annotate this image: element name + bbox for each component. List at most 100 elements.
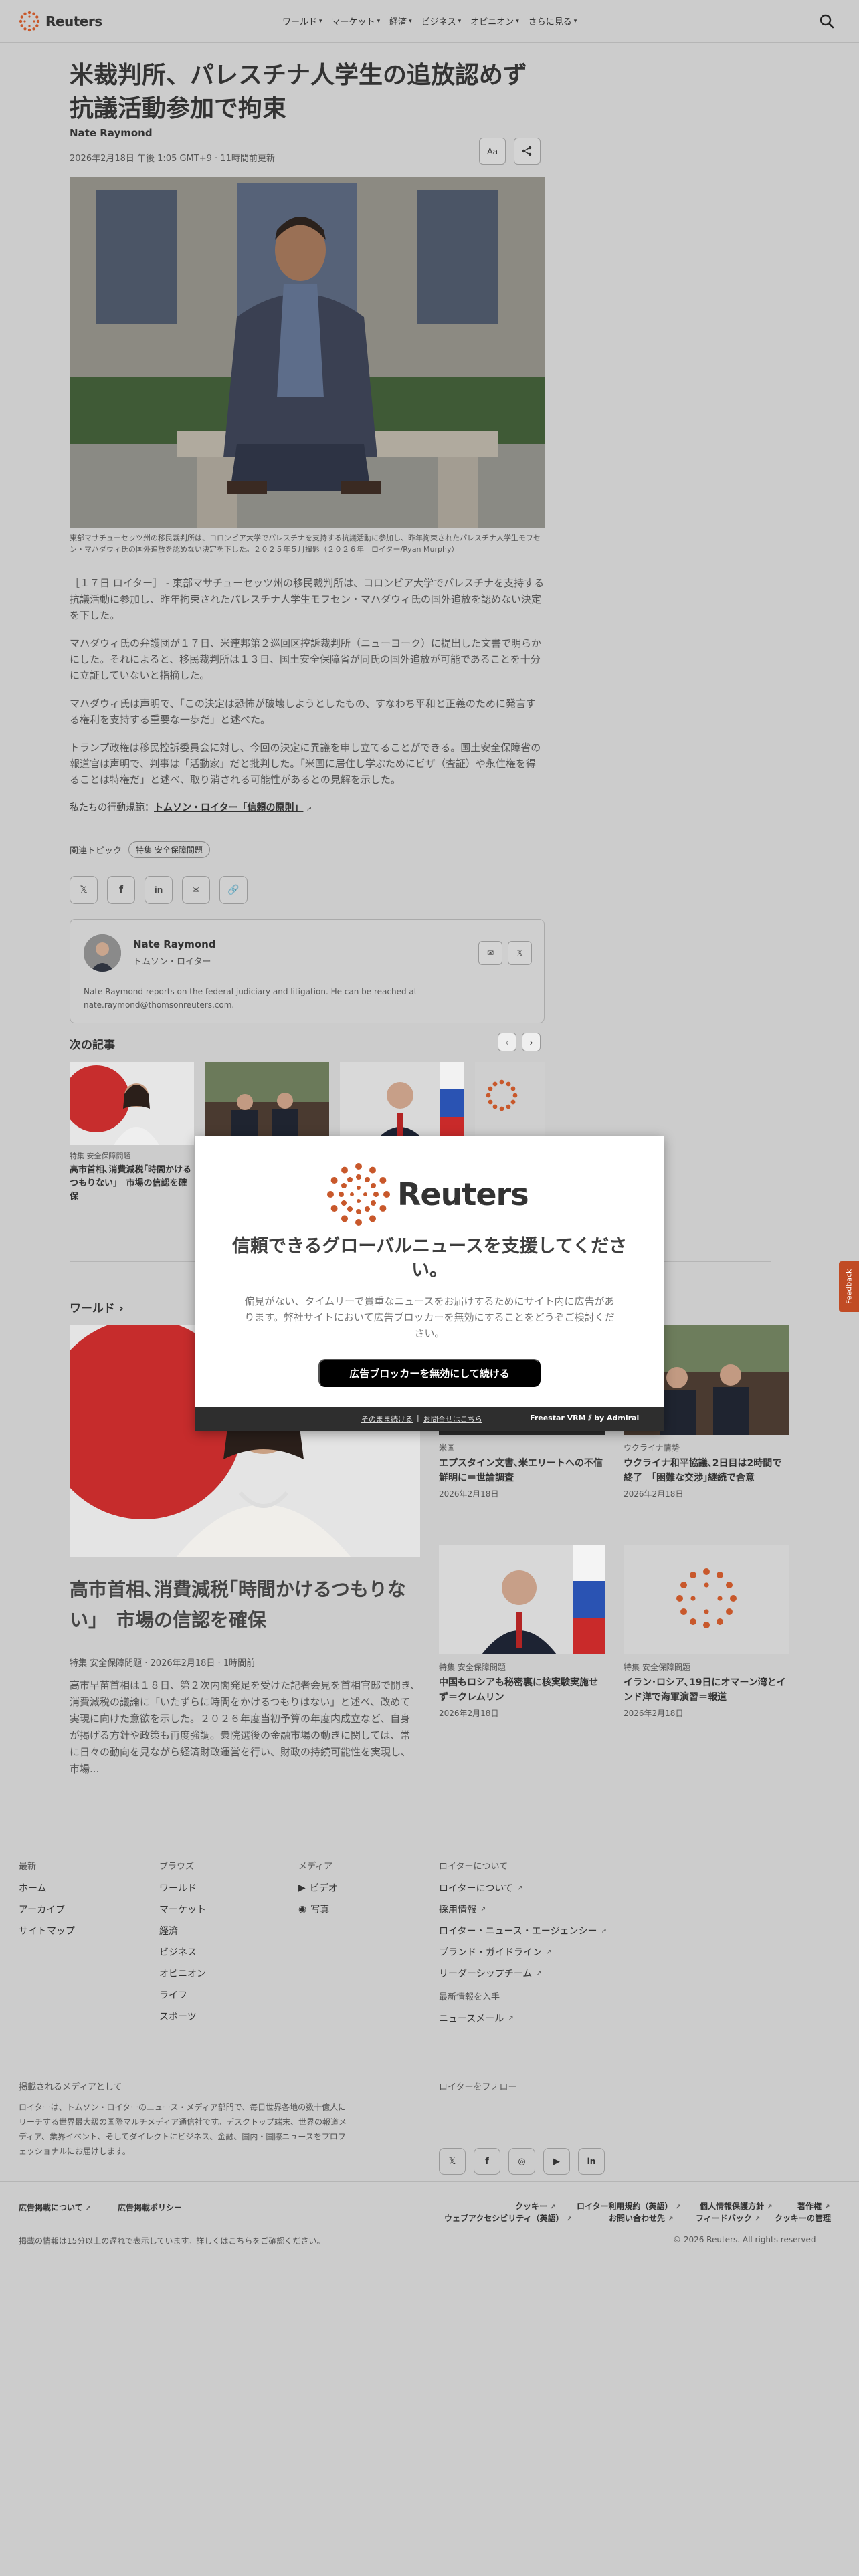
footer-link[interactable]: オピニオン xyxy=(159,1967,206,1980)
media-title: 掲載されるメディアとして xyxy=(19,2082,122,2092)
nav-more[interactable]: さらに見る ▾ xyxy=(529,15,577,27)
disable-adblock-button[interactable]: 広告ブロッカーを無効にして続ける xyxy=(318,1359,541,1387)
chevron-down-icon: ▾ xyxy=(458,17,462,25)
x-social-button[interactable]: 𝕏 xyxy=(439,2148,466,2175)
article-paragraph: ［１７日 ロイター］ - 東部マサチューセッツ州の移民裁判所は、コロンビア大学で… xyxy=(70,577,545,621)
footer-link[interactable]: ロイター・ニュース・エージェンシー ↗ xyxy=(439,1924,607,1937)
share-linkedin-button[interactable]: in xyxy=(145,876,173,904)
footer-link[interactable]: スポーツ xyxy=(159,2010,206,2023)
world-section-title[interactable]: ワールド › xyxy=(70,1299,124,1315)
legal-link[interactable]: クッキーの管理 xyxy=(775,2212,831,2224)
share-x-button[interactable]: 𝕏 xyxy=(70,876,98,904)
x-icon: 𝕏 xyxy=(80,885,88,895)
nav-economy[interactable]: 経済 ▾ xyxy=(389,15,412,27)
author-name[interactable]: Nate Raymond xyxy=(133,938,216,950)
copy-link-button[interactable]: 🔗 xyxy=(219,876,248,904)
search-button[interactable] xyxy=(818,12,836,31)
world-story-image xyxy=(624,1545,789,1654)
footer-link[interactable]: ライフ xyxy=(159,1988,206,2002)
search-icon xyxy=(820,14,834,29)
footer-link[interactable]: ビジネス xyxy=(159,1945,206,1959)
footer-link[interactable]: 採用情報 ↗ xyxy=(439,1903,607,1916)
logo-wordmark: Reuters xyxy=(45,13,102,29)
site-header: Reuters ワールド ▾ マーケット ▾ 経済 ▾ ビジネス ▾ オピニオン ▾ さら… xyxy=(0,0,859,43)
lead-story-headline[interactable]: 高市首相､消費減税｢時間かけるつもりない｣ 市場の信認を確保 xyxy=(70,1574,420,1636)
footer-column-title: ブラウズ xyxy=(159,1862,195,1872)
share-button[interactable] xyxy=(514,138,541,165)
avatar-photo xyxy=(84,934,121,972)
footer-link-label: ビデオ xyxy=(309,1883,338,1894)
help-link[interactable]: お問合せはこちら xyxy=(423,1414,482,1424)
external-link-icon: ↗ xyxy=(675,2204,682,2211)
chevron-down-icon: ▾ xyxy=(319,17,322,25)
youtube-social-button[interactable]: ▶ xyxy=(543,2148,570,2175)
chevron-down-icon: ▾ xyxy=(377,17,381,25)
next-article-card[interactable]: 特集 安全保障問題 高市首相､消費減税｢時間かけるつもりない｣ 市場の信認を確保 xyxy=(70,1062,194,1204)
footer-link[interactable]: ホーム xyxy=(19,1881,75,1895)
author-email-button[interactable]: ✉ xyxy=(478,941,502,965)
nav-business-label: ビジネス xyxy=(421,17,456,27)
footer-link-label: ロイター・ニュース・エージェンシー xyxy=(439,1926,597,1937)
legal-link[interactable]: 広告掲載ポリシー xyxy=(118,2202,182,2213)
topic-chip[interactable]: 特集 安全保障問題 xyxy=(128,841,210,858)
legal-link[interactable]: フィードバック ↗ xyxy=(696,2212,760,2224)
footer-column-about: ロイターについて ロイターについて ↗ 採用情報 ↗ ロイター・ニュース・エージェン… xyxy=(439,1859,607,2033)
world-story-kicker: 米国 xyxy=(439,1443,456,1453)
nav-world-label: ワールド xyxy=(282,17,318,27)
world-story-kicker: ウクライナ情勢 xyxy=(624,1443,680,1453)
external-link-icon: ↗ xyxy=(754,2216,761,2223)
text-size-button[interactable]: Aa xyxy=(479,138,506,165)
legal-link-label: ロイター利用規約（英語） xyxy=(577,2202,673,2211)
modal-footer-bar: そのまま続ける | お問合せはこちら Freestar VRM ⫽ by Adm… xyxy=(195,1407,664,1431)
share-email-button[interactable]: ✉ xyxy=(182,876,210,904)
trust-principles-link[interactable]: トムソン・ロイター「信頼の原則」 xyxy=(154,802,303,813)
facebook-social-button[interactable]: f xyxy=(474,2148,500,2175)
nav-opinion[interactable]: オピニオン ▾ xyxy=(470,15,519,27)
footer-link[interactable]: ワールド xyxy=(159,1881,206,1895)
nav-markets-label: マーケット xyxy=(331,17,375,27)
world-story-card[interactable]: 特集 安全保障問題 イラン･ロシア､19日にオマーン湾とインド洋で海軍演習＝報道… xyxy=(624,1545,789,1719)
footer-link[interactable]: リーダーシップチーム ↗ xyxy=(439,1967,607,1980)
share-facebook-button[interactable]: f xyxy=(107,876,135,904)
feedback-tab[interactable]: Feedback xyxy=(839,1261,859,1312)
reuters-logo[interactable]: Reuters xyxy=(19,11,102,32)
footer-column-title: 最新 xyxy=(19,1862,37,1872)
chevron-down-icon: ▾ xyxy=(516,17,519,25)
legal-link[interactable]: クッキー ↗ xyxy=(515,2200,556,2212)
legal-link[interactable]: 著作権 ↗ xyxy=(797,2200,830,2212)
legal-link[interactable]: ウェブアクセシビリティ（英語） ↗ xyxy=(444,2212,572,2224)
linkedin-social-button[interactable]: in xyxy=(578,2148,605,2175)
footer-link[interactable]: アーカイブ xyxy=(19,1903,75,1916)
footer-link[interactable]: ロイターについて ↗ xyxy=(439,1881,607,1895)
footer-link[interactable]: ブランド・ガイドライン ↗ xyxy=(439,1945,607,1959)
carousel-next-button[interactable]: › xyxy=(522,1033,541,1051)
external-link-icon: ↗ xyxy=(546,1948,552,1956)
reuters-placeholder-image xyxy=(676,1568,737,1628)
nav-business[interactable]: ビジネス ▾ xyxy=(421,15,462,27)
nav-world[interactable]: ワールド ▾ xyxy=(282,15,322,27)
newsletter-link[interactable]: ニュースメール ↗ xyxy=(439,2012,607,2025)
lead-story-meta: 特集 安全保障問題 · 2026年2月18日 · 1時間前 xyxy=(70,1658,256,1669)
author-card: Nate Raymond トムソン・ロイター Nate Raymond repo… xyxy=(70,919,545,1023)
instagram-social-button[interactable]: ◎ xyxy=(508,2148,535,2175)
legal-link[interactable]: 広告掲載について ↗ xyxy=(19,2202,91,2213)
author-byline[interactable]: Nate Raymond xyxy=(70,127,153,139)
footer-link-photos[interactable]: ◉ 写真 xyxy=(298,1903,338,1916)
world-story-card[interactable]: 特集 安全保障問題 中国もロシアも秘密裏に核実験実施せず＝クレムリン 2026年… xyxy=(439,1545,605,1719)
article-paragraph: トランプ政権は移民控訴委員会に対し、今回の決定に異議を申し立てることができる。国… xyxy=(70,742,541,786)
legal-link[interactable]: 個人情報保護方針 ↗ xyxy=(700,2200,773,2212)
continue-link[interactable]: そのまま続ける xyxy=(361,1414,413,1424)
hero-caption: 東部マサチューセッツ州の移民裁判所は、コロンビア大学でパレスチナを支持する抗議活… xyxy=(70,534,541,554)
next-article-image xyxy=(205,1062,329,1145)
footer-link[interactable]: 経済 xyxy=(159,1924,206,1937)
carousel-prev-button[interactable]: ‹ xyxy=(498,1033,516,1051)
world-story-date: 2026年2月18日 xyxy=(439,1489,499,1499)
legal-link[interactable]: ロイター利用規約（英語） ↗ xyxy=(577,2200,681,2212)
footer-link[interactable]: サイトマップ xyxy=(19,1924,75,1937)
footer-link[interactable]: マーケット xyxy=(159,1903,206,1916)
footer-link-video[interactable]: ▶ ビデオ xyxy=(298,1881,338,1895)
nav-markets[interactable]: マーケット ▾ xyxy=(332,15,381,27)
footer-link-label: 写真 xyxy=(310,1905,330,1915)
author-x-button[interactable]: 𝕏 xyxy=(508,941,532,965)
legal-link[interactable]: お問い合わせ先 ↗ xyxy=(609,2212,674,2224)
